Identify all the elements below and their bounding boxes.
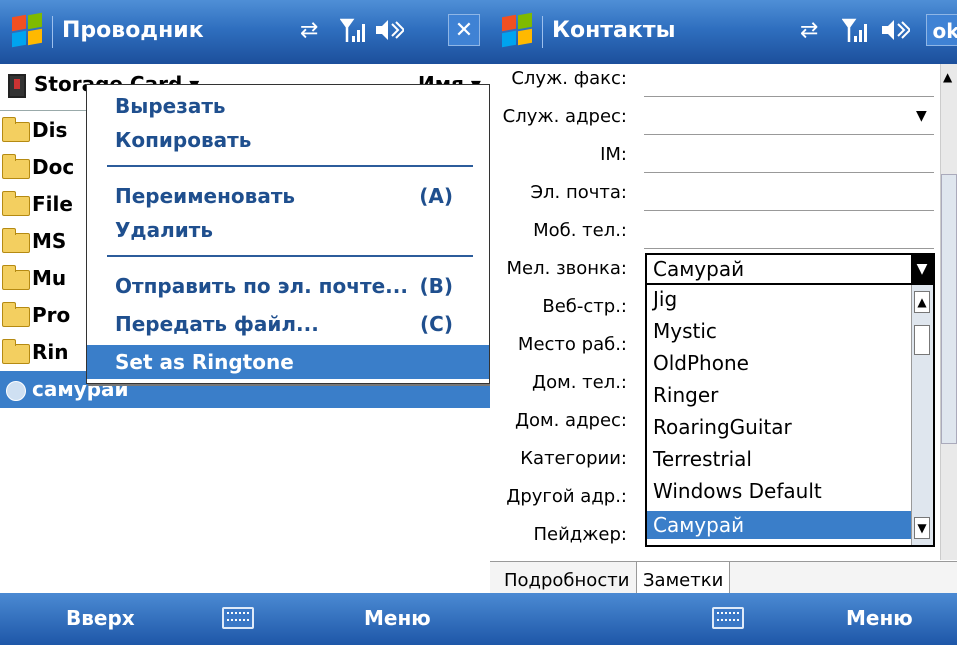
menu-item-beam-file[interactable]: Передать файл... — [115, 309, 319, 339]
list-scrollbar[interactable]: ▲ ▼ — [911, 285, 933, 545]
ringtone-option[interactable]: RoaringGuitar — [653, 413, 792, 441]
softkey-menu[interactable]: Меню — [364, 603, 431, 633]
scroll-up-icon[interactable]: ▲ — [914, 291, 930, 313]
ringtone-dropdown[interactable]: Самурай ▼ — [645, 253, 935, 285]
explorer-softkey-bar: Вверх Меню — [0, 593, 490, 645]
ringtone-option[interactable]: Terrestrial — [653, 445, 752, 473]
label-home-address: Дом. адрес: — [514, 410, 627, 431]
ringtone-option[interactable]: Windows Default — [653, 477, 822, 505]
ringtone-options-list: Jig Mystic OldPhone Ringer RoaringGuitar… — [645, 285, 935, 547]
label-im: IM: — [600, 144, 627, 165]
folder-icon — [2, 154, 30, 179]
ringtone-dropdown-value: Самурай — [653, 257, 745, 281]
sync-icon[interactable]: ⇄ — [800, 16, 818, 46]
menu-item-delete[interactable]: Удалить — [115, 215, 213, 245]
menu-item-set-ringtone[interactable]: Set as Ringtone — [87, 345, 489, 379]
label-email: Эл. почта: — [530, 182, 627, 203]
ok-button[interactable]: ok — [926, 14, 957, 46]
scroll-down-icon[interactable]: ▼ — [914, 517, 930, 539]
signal-icon[interactable] — [841, 16, 868, 53]
menu-separator — [107, 165, 473, 167]
signal-icon[interactable] — [339, 16, 366, 53]
scroll-up-icon[interactable]: ▲ — [943, 70, 952, 84]
form-scrollbar[interactable]: ▲ — [940, 64, 957, 560]
label-home-phone: Дом. тел.: — [532, 372, 627, 393]
folder-icon — [2, 117, 30, 142]
volume-icon[interactable] — [374, 16, 406, 53]
scrollbar-thumb[interactable] — [914, 325, 930, 355]
folder-icon — [2, 339, 30, 364]
folder-icon — [2, 228, 30, 253]
menu-item-copy[interactable]: Копировать — [115, 125, 251, 155]
label-web-page: Веб-стр.: — [542, 296, 627, 317]
chevron-down-icon[interactable]: ▼ — [916, 108, 927, 124]
menu-shortcut-send: (B) — [419, 274, 453, 298]
keyboard-icon[interactable] — [712, 607, 744, 629]
label-categories: Категории: — [520, 448, 627, 469]
folder-icon — [2, 265, 30, 290]
audio-file-icon — [6, 381, 26, 401]
windows-logo-icon[interactable] — [500, 12, 534, 48]
ringtone-option[interactable]: OldPhone — [653, 349, 749, 377]
ringtone-option[interactable]: Mystic — [653, 317, 717, 345]
title-separator — [542, 16, 543, 48]
ringtone-option[interactable]: Jig — [653, 285, 677, 313]
softkey-menu[interactable]: Меню — [846, 603, 913, 633]
label-pager: Пейджер: — [533, 524, 627, 545]
label-other-address: Другой адр.: — [506, 486, 627, 507]
softkey-up[interactable]: Вверх — [66, 603, 135, 633]
explorer-title: Проводник — [62, 18, 204, 43]
work-fax-field[interactable] — [644, 96, 934, 97]
folder-icon — [2, 191, 30, 216]
explorer-window: Проводник ⇄ ✕ Storage Card ▾ Имя ▾ Dis D… — [0, 0, 490, 645]
contacts-titlebar: Контакты ⇄ ok — [490, 0, 957, 64]
menu-separator — [107, 255, 473, 257]
label-work-fax: Служ. факс: — [511, 68, 627, 89]
keyboard-icon[interactable] — [222, 607, 254, 629]
mobile-field[interactable] — [644, 248, 934, 249]
label-work-address: Служ. адрес: — [502, 106, 627, 127]
sync-icon[interactable]: ⇄ — [300, 16, 318, 46]
windows-logo-icon[interactable] — [10, 12, 44, 48]
label-ringtone: Мел. звонка: — [506, 258, 627, 279]
contacts-title: Контакты — [552, 18, 676, 43]
menu-item-rename[interactable]: Переименовать — [115, 181, 295, 211]
ringtone-option[interactable]: Ringer — [653, 381, 718, 409]
im-field[interactable] — [644, 172, 934, 173]
title-separator — [52, 16, 53, 48]
scrollbar-thumb[interactable] — [941, 174, 957, 444]
contacts-softkey-bar: Меню — [490, 593, 957, 645]
ringtone-option-selected[interactable]: Самурай — [647, 511, 913, 539]
label-office: Место раб.: — [517, 334, 627, 355]
menu-shortcut-rename: (A) — [419, 184, 453, 208]
menu-item-cut[interactable]: Вырезать — [115, 91, 226, 121]
contacts-window: Контакты ⇄ ok Служ. факс: Служ. адрес: ▼… — [490, 0, 957, 645]
volume-icon[interactable] — [880, 16, 912, 53]
menu-shortcut-beam: (C) — [420, 312, 453, 336]
menu-item-send-email[interactable]: Отправить по эл. почте... — [115, 271, 408, 301]
close-icon[interactable]: ✕ — [448, 14, 480, 46]
work-address-field[interactable] — [644, 134, 934, 135]
folder-icon — [2, 302, 30, 327]
chevron-down-icon[interactable]: ▼ — [911, 255, 933, 283]
label-mobile: Моб. тел.: — [533, 220, 627, 241]
email-field[interactable] — [644, 210, 934, 211]
explorer-titlebar: Проводник ⇄ ✕ — [0, 0, 490, 64]
context-menu: Вырезать Копировать Переименовать (A) Уд… — [86, 84, 490, 384]
storage-card-icon — [8, 74, 26, 98]
